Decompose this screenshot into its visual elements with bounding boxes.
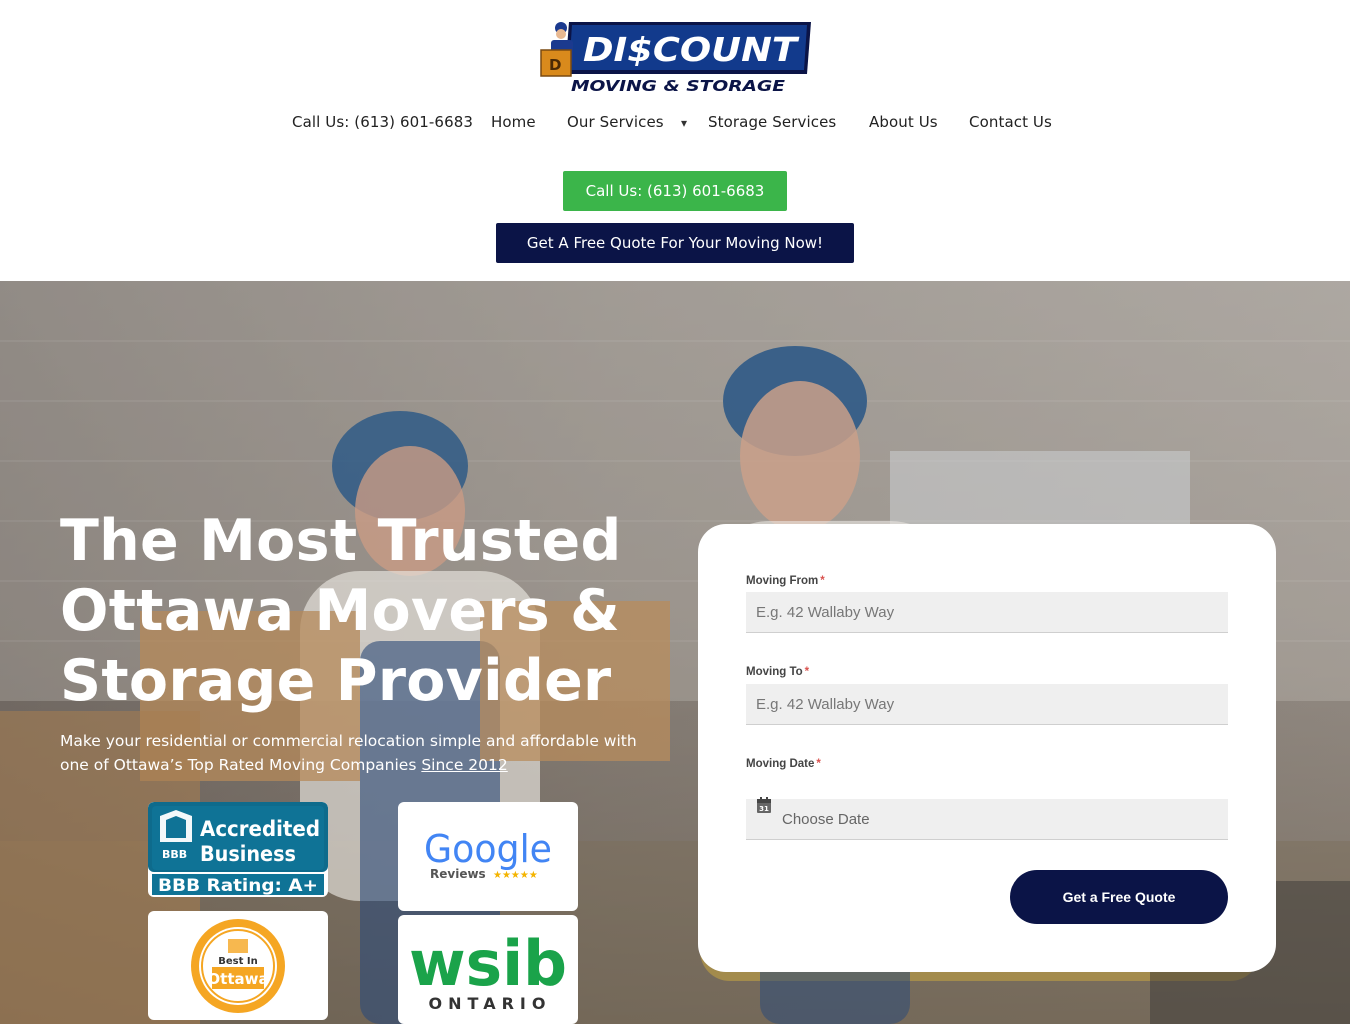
company-logo[interactable]: D DI$COUNT MOVING & STORAGE	[539, 18, 813, 96]
nav-contact-link[interactable]: Contact Us	[969, 113, 1052, 131]
moving-date-field[interactable]: 31	[746, 796, 1228, 840]
hero-subtitle-text: Make your residential or commercial relo…	[60, 732, 637, 774]
chevron-down-icon[interactable]: ▾	[681, 116, 687, 130]
hero-headline-line-2: Ottawa Movers &	[60, 578, 621, 644]
get-free-quote-submit-button[interactable]: Get a Free Quote	[1010, 870, 1228, 924]
quote-form: Moving From* Moving To* Moving Date* 31 …	[698, 524, 1276, 972]
main-nav: Call Us: (613) 601-6683 Home Our Service…	[0, 113, 1350, 137]
nav-home-link[interactable]: Home	[491, 113, 536, 131]
hero-headline-line-1: The Most Trusted	[60, 508, 622, 574]
nav-call-link[interactable]: Call Us: (613) 601-6683	[292, 113, 473, 131]
bbb-mark: BBB	[162, 848, 187, 861]
required-mark: *	[820, 575, 825, 587]
hero-headline-line-3: Storage Provider	[60, 648, 612, 714]
calendar-icon-day: 31	[759, 805, 769, 813]
nav-our-services-label: Our Services	[567, 113, 664, 131]
google-wordmark: Google	[424, 827, 552, 871]
best-in-ottawa-badge[interactable]: Best In Ottawa	[148, 911, 328, 1020]
bbb-rating: BBB Rating: A+	[158, 876, 318, 896]
logo-box-letter: D	[549, 56, 561, 74]
ottawa-badge-line-1: Best In	[218, 956, 257, 967]
moving-from-input[interactable]	[746, 592, 1228, 633]
wsib-ontario-badge[interactable]: wsib ONTARIO	[398, 915, 578, 1024]
wsib-region: ONTARIO	[429, 994, 552, 1013]
nav-about-link[interactable]: About Us	[869, 113, 938, 131]
hero-headline: The Most Trusted Ottawa Movers & Storage…	[60, 506, 680, 716]
bbb-line-1: Accredited	[200, 817, 320, 841]
google-reviews-badge[interactable]: Google Reviews ★★★★★	[398, 802, 578, 911]
moving-from-label: Moving From *	[746, 575, 825, 587]
moving-from-label-text: Moving From	[746, 575, 819, 587]
required-mark: *	[816, 758, 821, 770]
moving-date-label-text: Moving Date	[746, 758, 815, 770]
nav-storage-services-link[interactable]: Storage Services	[708, 113, 836, 131]
hero-subtitle: Make your residential or commercial relo…	[60, 729, 660, 777]
nav-our-services-link[interactable]: Our Services ▾	[567, 113, 687, 131]
bbb-line-2: Business	[200, 842, 296, 866]
since-2012-link[interactable]: Since 2012	[421, 756, 507, 774]
get-free-quote-banner-button[interactable]: Get A Free Quote For Your Moving Now!	[496, 223, 854, 263]
moving-to-input[interactable]	[746, 684, 1228, 725]
site-header: D DI$COUNT MOVING & STORAGE Call Us: (61…	[0, 0, 1350, 281]
hero-section: The Most Trusted Ottawa Movers & Storage…	[0, 281, 1350, 1024]
google-stars: ★★★★★	[493, 870, 538, 881]
calendar-icon[interactable]: 31	[756, 796, 772, 814]
ottawa-badge-line-2: Ottawa	[207, 970, 268, 988]
moving-to-label-text: Moving To	[746, 666, 803, 678]
moving-to-label: Moving To *	[746, 666, 809, 678]
wsib-wordmark: wsib	[409, 927, 567, 1000]
bbb-accredited-badge[interactable]: BBB Accredited Business BBB Rating: A+	[148, 802, 328, 897]
google-reviews-label: Reviews	[430, 867, 486, 881]
moving-date-input[interactable]	[782, 799, 1222, 839]
logo-tagline: MOVING & STORAGE	[571, 77, 786, 95]
required-mark: *	[804, 666, 810, 678]
call-us-button[interactable]: Call Us: (613) 601-6683	[563, 171, 787, 211]
logo-wordmark: DI$COUNT	[583, 30, 800, 69]
moving-date-label: Moving Date *	[746, 758, 821, 770]
